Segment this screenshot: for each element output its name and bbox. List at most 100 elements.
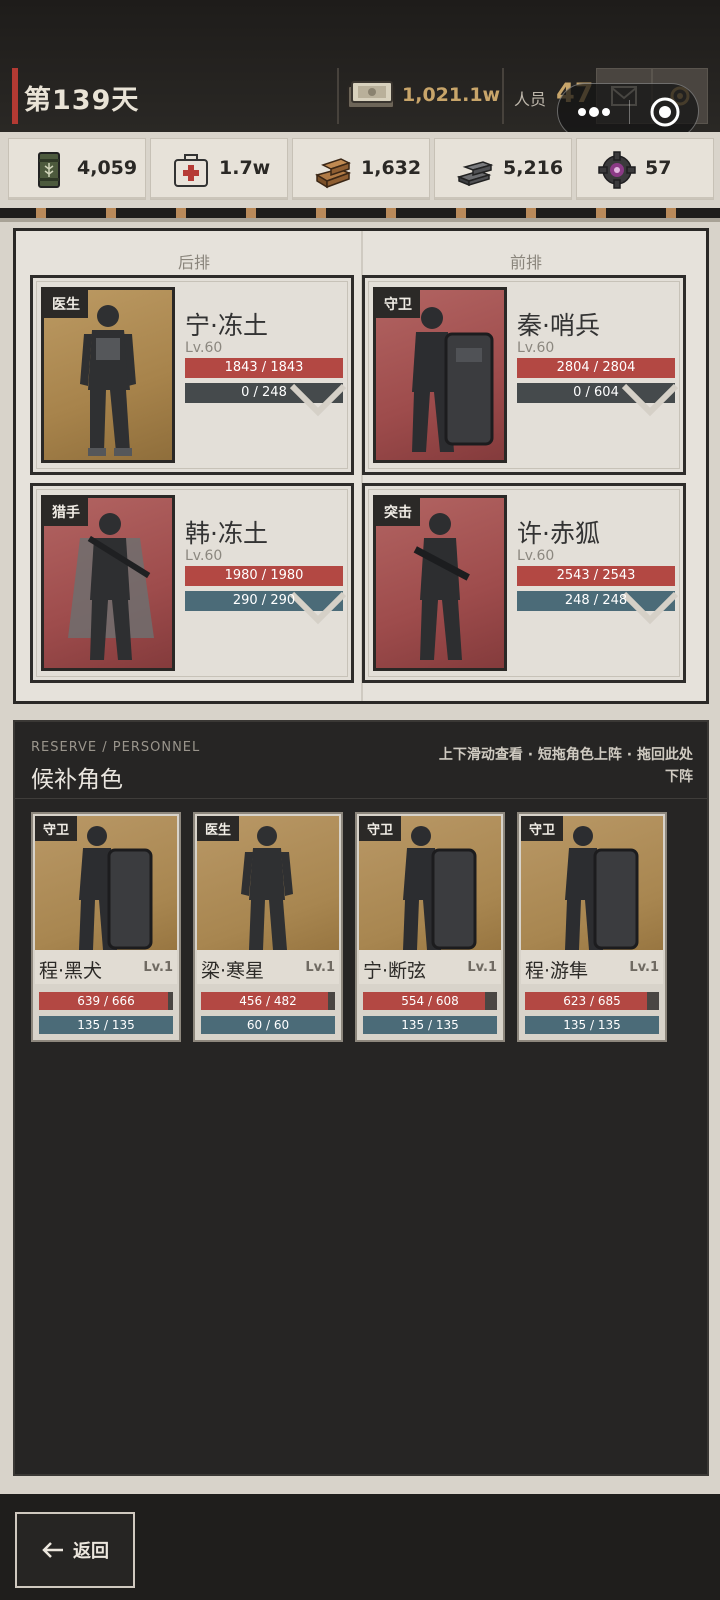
formation-slot-back-top[interactable]: 医生 宁·冻土 Lv.60 1843 / 1843 0 / 248 (30, 275, 354, 475)
character-name: 程·黑犬 (39, 960, 103, 982)
resource-bar: 4,059 1.7w 1,632 5,216 57 (0, 132, 720, 208)
reserve-hint: 上下滑动查看 · 短拖角色上阵 · 拖回此处下阵 (438, 747, 693, 785)
resource-value: 5,216 (503, 157, 564, 179)
medkit-icon (174, 154, 208, 187)
personnel-label: 人员 (514, 90, 547, 109)
back-button[interactable]: 返回 (15, 1512, 135, 1588)
character-level: Lv.60 (185, 548, 223, 564)
formation-panel: 后排 前排 医生 宁·冻土 Lv.60 1843 / 1843 0 / 248 … (13, 228, 709, 704)
money-amount: 1,021.1w (402, 84, 501, 106)
hp-text: 1980 / 1980 (224, 568, 304, 583)
cash-stack-icon (347, 81, 395, 109)
chevron-watermark-icon (289, 383, 347, 417)
character-level: Lv.1 (305, 960, 335, 975)
arrow-left-icon (42, 1542, 63, 1558)
character-level: Lv.1 (467, 960, 497, 975)
hp-text: 623 / 685 (563, 994, 621, 1008)
hp-bar: 623 / 685 (525, 992, 659, 1010)
role-tag: 猎手 (44, 498, 88, 526)
resource-value: 4,059 (77, 157, 138, 179)
role-tag: 守卫 (35, 816, 78, 841)
character-portrait: 守卫 (373, 287, 507, 463)
role-tag: 医生 (197, 816, 240, 841)
character-portrait: 猎手 (41, 495, 175, 671)
energy-text: 248 / 248 (564, 593, 628, 608)
front-row-label: 前排 (510, 253, 543, 272)
role-tag: 守卫 (359, 816, 402, 841)
resource-value: 1.7w (219, 157, 271, 179)
resource-value: 57 (645, 157, 672, 179)
gear-chip-icon (598, 151, 636, 189)
energy-text: 0 / 248 (241, 385, 287, 400)
energy-bar: 135 / 135 (525, 1016, 659, 1034)
character-name: 韩·冻土 (185, 519, 268, 548)
resource-medicine[interactable]: 1.7w (150, 138, 288, 200)
hp-text: 2804 / 2804 (556, 360, 636, 375)
formation-slot-front-bottom[interactable]: 突击 许·赤狐 Lv.60 2543 / 2543 248 / 248 (362, 483, 686, 683)
back-label: 返回 (73, 1541, 109, 1562)
close-target-icon[interactable] (649, 96, 681, 128)
wood-planks-icon (315, 158, 352, 189)
role-tag: 突击 (376, 498, 420, 526)
energy-text: 60 / 60 (246, 1018, 290, 1032)
energy-text: 135 / 135 (77, 1018, 135, 1032)
hp-bar: 456 / 482 (201, 992, 335, 1010)
resource-parts[interactable]: 57 (576, 138, 714, 200)
hp-bar: 2543 / 2543 (517, 566, 675, 586)
top-header: 第139天 1,021.1w 人员 47 (0, 0, 720, 139)
role-tag: 医生 (44, 290, 88, 318)
character-name: 程·游隼 (525, 960, 589, 982)
hp-bar: 1843 / 1843 (185, 358, 343, 378)
day-accent-bar (12, 68, 18, 124)
energy-text: 135 / 135 (563, 1018, 621, 1032)
chevron-watermark-icon (289, 591, 347, 625)
header-divider (337, 68, 339, 124)
reserve-card[interactable]: 守卫 程·游隼 Lv.1 623 / 685 135 / 135 (517, 812, 667, 1042)
formation-slot-back-bottom[interactable]: 猎手 韩·冻土 Lv.60 1980 / 1980 290 / 290 (30, 483, 354, 683)
character-name: 秦·哨兵 (517, 311, 600, 340)
energy-bar: 135 / 135 (39, 1016, 173, 1034)
hp-bar: 1980 / 1980 (185, 566, 343, 586)
character-level: Lv.60 (185, 340, 223, 356)
character-portrait: 突击 (373, 495, 507, 671)
miniprogram-capsule (557, 83, 699, 139)
reserve-subtitle: RESERVE / PERSONNEL (31, 740, 201, 755)
reserve-card[interactable]: 守卫 程·黑犬 Lv.1 639 / 666 135 / 135 (31, 812, 181, 1042)
character-name: 许·赤狐 (517, 519, 600, 548)
reserve-card[interactable]: 守卫 宁·断弦 Lv.1 554 / 608 135 / 135 (355, 812, 505, 1042)
hp-text: 554 / 608 (401, 994, 459, 1008)
character-level: Lv.1 (143, 960, 173, 975)
resource-food[interactable]: 4,059 (8, 138, 146, 200)
hp-bar: 554 / 608 (363, 992, 497, 1010)
formation-slot-front-top[interactable]: 守卫 秦·哨兵 Lv.60 2804 / 2804 0 / 604 (362, 275, 686, 475)
header-divider (502, 68, 504, 124)
chevron-watermark-icon (621, 383, 679, 417)
energy-bar: 60 / 60 (201, 1016, 335, 1034)
energy-bar: 135 / 135 (363, 1016, 497, 1034)
more-dots-icon[interactable] (576, 100, 612, 124)
energy-text: 290 / 290 (232, 593, 296, 608)
character-name: 宁·断弦 (363, 960, 427, 982)
character-level: Lv.1 (629, 960, 659, 975)
reserve-panel[interactable]: RESERVE / PERSONNEL 候补角色 上下滑动查看 · 短拖角色上阵… (13, 720, 709, 1476)
role-tag: 守卫 (521, 816, 564, 841)
character-portrait: 医生 (41, 287, 175, 463)
resource-wood[interactable]: 1,632 (292, 138, 430, 200)
character-name: 宁·冻土 (185, 311, 268, 340)
hazard-shadow (0, 218, 720, 222)
hazard-stripe (0, 208, 720, 218)
energy-text: 135 / 135 (401, 1018, 459, 1032)
chevron-watermark-icon (621, 591, 679, 625)
resource-steel[interactable]: 5,216 (434, 138, 572, 200)
back-row-label: 后排 (178, 253, 211, 272)
hp-bar: 2804 / 2804 (517, 358, 675, 378)
hp-text: 1843 / 1843 (224, 360, 304, 375)
role-tag: 守卫 (376, 290, 420, 318)
bottom-bar: 返回 (0, 1494, 720, 1600)
reserve-divider (15, 798, 707, 799)
capsule-divider (629, 100, 630, 124)
reserve-title: 候补角色 (31, 767, 123, 793)
reserve-card[interactable]: 医生 梁·寒星 Lv.1 456 / 482 60 / 60 (193, 812, 343, 1042)
steel-bars-icon (456, 161, 494, 187)
hp-text: 456 / 482 (239, 994, 297, 1008)
